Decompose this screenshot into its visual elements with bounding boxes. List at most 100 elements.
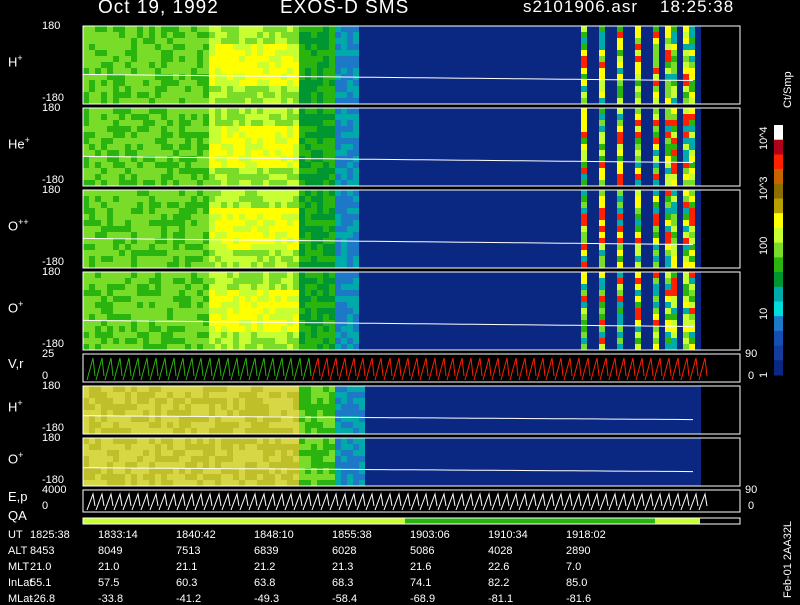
heatmap-cell <box>389 344 395 350</box>
heatmap-cell <box>161 68 167 74</box>
heatmap-cell <box>455 98 461 104</box>
heatmap-cell <box>443 308 449 314</box>
heatmap-cell <box>185 68 191 74</box>
heatmap-cell <box>227 314 233 320</box>
heatmap-cell <box>689 114 695 120</box>
heatmap-cell <box>515 272 521 278</box>
heatmap-cell <box>107 190 113 196</box>
heatmap-cell <box>107 50 113 56</box>
heatmap-cell <box>479 38 485 44</box>
heatmap-cell <box>623 144 629 150</box>
heatmap-cell <box>89 208 95 214</box>
heatmap-cell <box>521 56 527 62</box>
heatmap-cell <box>341 344 347 350</box>
heatmap-cell <box>509 250 515 256</box>
heatmap-cell <box>227 290 233 296</box>
heatmap-cell <box>377 144 383 150</box>
heatmap-cell <box>413 62 419 68</box>
heatmap-cell <box>641 92 647 98</box>
heatmap-cell <box>563 108 569 114</box>
heatmap-cell <box>665 26 671 32</box>
heatmap-cell <box>119 250 125 256</box>
heatmap-cell <box>413 26 419 32</box>
heatmap-cell <box>545 250 551 256</box>
heatmap-cell <box>479 196 485 202</box>
heatmap-cell <box>455 180 461 186</box>
heatmap-cell <box>467 156 473 162</box>
heatmap-cell <box>131 296 137 302</box>
heatmap-cell <box>659 80 665 86</box>
heatmap-cell <box>323 26 329 32</box>
heatmap-cell <box>557 56 563 62</box>
heatmap-cell <box>281 32 287 38</box>
heatmap-cell <box>461 156 467 162</box>
heatmap-cell <box>665 92 671 98</box>
heatmap-cell <box>119 114 125 120</box>
heatmap-cell <box>131 256 137 262</box>
heatmap-cell <box>365 308 371 314</box>
heatmap-cell <box>329 56 335 62</box>
heatmap-cell <box>281 314 287 320</box>
heatmap-cell <box>167 162 173 168</box>
heatmap-cell <box>503 196 509 202</box>
heatmap-cell <box>401 108 407 114</box>
heatmap-cell <box>215 332 221 338</box>
heatmap-cell <box>455 150 461 156</box>
heatmap-cell <box>389 272 395 278</box>
heatmap-cell <box>467 126 473 132</box>
heatmap-cell <box>389 302 395 308</box>
heatmap-cell <box>245 80 251 86</box>
heatmap-cell <box>227 26 233 32</box>
heatmap-cell <box>233 302 239 308</box>
heatmap-cell <box>167 50 173 56</box>
heatmap-cell <box>113 68 119 74</box>
heatmap-cell <box>569 202 575 208</box>
heatmap-cell <box>329 220 335 226</box>
heatmap-cell <box>527 208 533 214</box>
heatmap-cell <box>503 338 509 344</box>
heatmap-cell <box>281 144 287 150</box>
heatmap-cell <box>101 272 107 278</box>
heatmap-cell <box>317 180 323 186</box>
heatmap-cell <box>413 226 419 232</box>
heatmap-cell <box>131 50 137 56</box>
heatmap-cell <box>143 256 149 262</box>
heatmap-cell <box>209 168 215 174</box>
heatmap-cell <box>179 50 185 56</box>
heatmap-cell <box>605 174 611 180</box>
heatmap-cell <box>95 62 101 68</box>
heatmap-cell <box>533 56 539 62</box>
heatmap-cell <box>323 138 329 144</box>
heatmap-cell <box>611 162 617 168</box>
heatmap-cell <box>203 320 209 326</box>
heatmap-cell <box>485 320 491 326</box>
heatmap-cell <box>557 144 563 150</box>
heatmap-cell <box>503 326 509 332</box>
heatmap-cell <box>185 256 191 262</box>
heatmap-cell <box>191 132 197 138</box>
heatmap-cell <box>539 126 545 132</box>
heatmap-cell <box>551 114 557 120</box>
heatmap-cell <box>197 190 203 196</box>
heatmap-cell <box>347 114 353 120</box>
heatmap-cell <box>473 290 479 296</box>
heatmap-cell <box>263 332 269 338</box>
heatmap-cell <box>611 238 617 244</box>
heatmap-cell <box>485 308 491 314</box>
heatmap-cell <box>311 162 317 168</box>
heatmap-cell <box>611 208 617 214</box>
heatmap-cell <box>425 344 431 350</box>
heatmap-cell <box>383 220 389 226</box>
heatmap-cell <box>617 162 623 168</box>
heatmap-cell <box>605 68 611 74</box>
heatmap-cell <box>137 326 143 332</box>
heatmap-cell <box>521 98 527 104</box>
heatmap-cell <box>533 68 539 74</box>
heatmap-cell <box>317 114 323 120</box>
heatmap-cell <box>437 138 443 144</box>
heatmap-cell <box>245 220 251 226</box>
heatmap-cell <box>695 244 701 250</box>
heatmap-cell <box>239 32 245 38</box>
heatmap-cell <box>641 44 647 50</box>
heatmap-cell <box>83 162 89 168</box>
